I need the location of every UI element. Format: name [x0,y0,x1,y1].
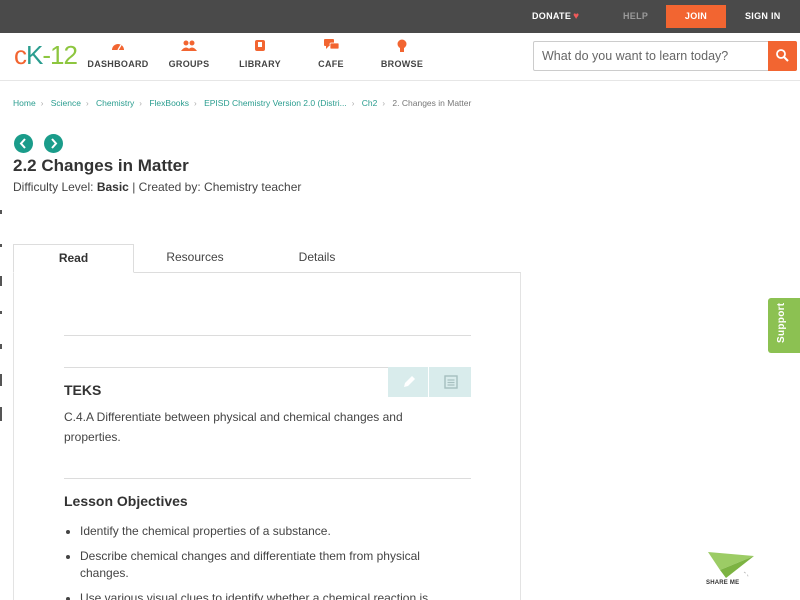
nav-cafe[interactable]: CAFE [296,39,366,69]
tab-read[interactable]: Read [13,244,134,273]
nav-browse[interactable]: BROWSE [367,39,437,69]
chevron-right-icon [51,138,58,149]
sign-in-link[interactable]: SIGN IN [745,0,781,33]
list-item: Describe chemical changes and differenti… [64,548,464,582]
cafe-chat-icon [296,39,366,55]
notes-button[interactable] [430,367,471,397]
chevron-right-icon: › [194,99,197,108]
join-button[interactable]: JOIN [666,5,726,28]
breadcrumb-science[interactable]: Science [51,98,81,108]
notes-icon [444,375,458,389]
breadcrumb-book[interactable]: EPISD Chemistry Version 2.0 (Distri... [204,98,347,108]
search-button[interactable] [768,41,797,71]
divider [64,335,471,336]
list-item: Use various visual clues to identify whe… [64,590,464,600]
paper-plane-icon [708,552,754,579]
library-book-icon [225,39,295,55]
edge-mark [0,276,2,286]
edge-mark [0,374,2,386]
donate-label: DONATE [532,11,572,21]
share-me-button[interactable]: SHARE ME [704,548,756,590]
next-lesson-button[interactable] [44,134,63,153]
nav-groups[interactable]: GROUPS [154,39,224,69]
edge-mark [0,344,2,349]
tab-details[interactable]: Details [256,244,378,273]
breadcrumb-flexbooks[interactable]: FlexBooks [149,98,189,108]
divider [64,478,471,479]
ck12-logo[interactable]: cK-12 [14,40,78,71]
chevron-right-icon: › [40,99,44,108]
teks-heading: TEKS [64,382,102,398]
groups-people-icon [154,39,224,55]
lesson-meta: Difficulty Level: Basic | Created by: Ch… [13,180,301,194]
search-box [533,41,797,71]
edge-mark [0,210,2,214]
objectives-heading: Lesson Objectives [64,493,188,509]
objectives-list: Identify the chemical properties of a su… [64,523,464,600]
chevron-right-icon: › [351,99,355,108]
support-tab[interactable]: Support [768,298,800,353]
edge-mark [0,311,2,314]
breadcrumb-chapter[interactable]: Ch2 [362,98,378,108]
previous-lesson-button[interactable] [14,134,33,153]
difficulty-value: Basic [96,180,129,194]
difficulty-label: Difficulty Level: [13,180,94,194]
page-title: 2.2 Changes in Matter [13,156,189,175]
share-me-label: SHARE ME [706,580,740,586]
dashboard-gauge-icon [83,39,153,55]
donate-link[interactable]: DONATE ♥ [532,0,579,33]
highlight-button[interactable] [388,367,429,397]
top-bar: DONATE ♥ HELP JOIN SIGN IN [0,0,800,33]
created-by: | Created by: Chemistry teacher [132,180,302,194]
breadcrumb: Home › Science › Chemistry › FlexBooks › EPI… [13,98,471,108]
breadcrumb-chemistry[interactable]: Chemistry [96,98,134,108]
browse-bulb-icon [367,39,437,55]
chevron-right-icon: › [85,99,89,108]
edge-mark [0,407,2,421]
breadcrumb-home[interactable]: Home [13,98,36,108]
search-input[interactable] [534,42,769,70]
breadcrumb-current: 2. Changes in Matter [392,98,472,108]
lesson-tabs: Read Resources Details [13,244,521,273]
search-icon [776,49,789,62]
nav-library[interactable]: LIBRARY [225,39,295,69]
edge-mark [0,244,2,247]
main-header: cK-12 DASHBOARD GROUPS LIBRARY CAFE BROW… [0,33,800,81]
heart-icon: ♥ [573,11,580,22]
pencil-icon [404,376,415,387]
annotation-tools [388,367,471,397]
nav-dashboard[interactable]: DASHBOARD [83,39,153,69]
chevron-right-icon: › [382,99,386,108]
chevron-left-icon [19,138,26,149]
help-link[interactable]: HELP [623,0,648,33]
tab-resources[interactable]: Resources [134,244,256,273]
list-item: Identify the chemical properties of a su… [64,523,464,540]
chevron-right-icon: › [139,99,142,108]
support-label: Support [776,302,787,343]
teks-text: C.4.A Differentiate between physical and… [64,410,403,444]
